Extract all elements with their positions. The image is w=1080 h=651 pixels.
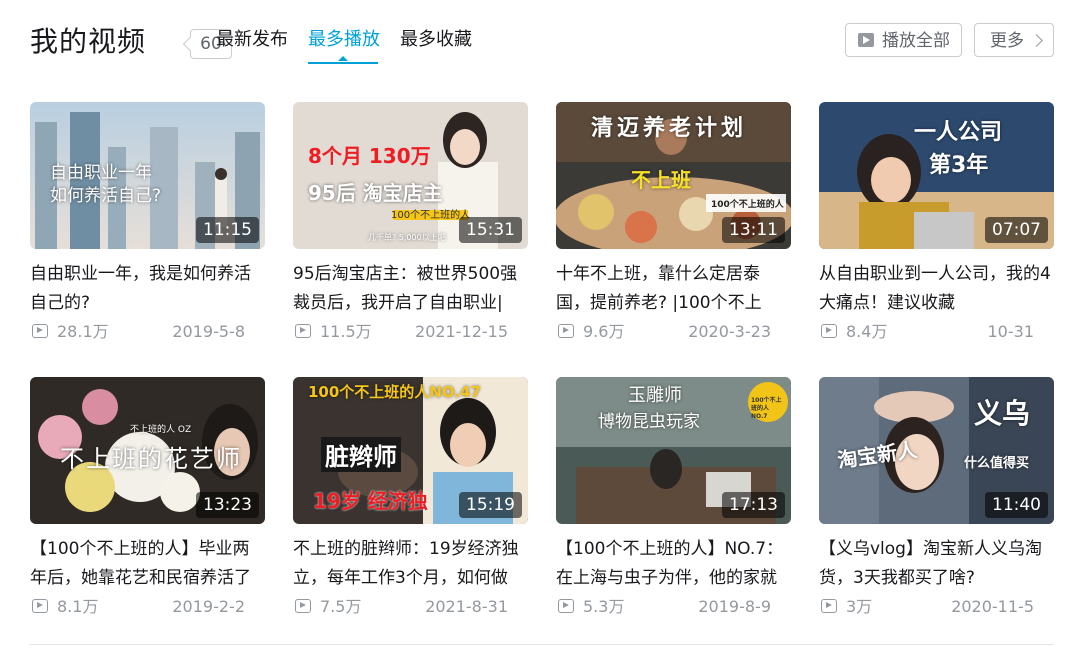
video-title[interactable]: 从自由职业到一人公司，我的4大痛点！建议收藏: [819, 260, 1054, 318]
video-title[interactable]: 95后淘宝店主：被世界500强裁员后，我开启了自由职业|: [293, 260, 528, 318]
thumbnail-headline: 19岁 经济独: [313, 489, 428, 513]
thumbnail-headline: 一人公司: [914, 120, 1003, 145]
video-title[interactable]: 【义乌vlog】淘宝新人义乌淘货，3天我都买了啥?: [819, 535, 1054, 593]
video-stats: 7.5万 2021-8-31: [293, 594, 528, 620]
video-thumbnail[interactable]: 玉雕师 博物昆虫玩家 100个不上班的人 NO.7 17:13: [556, 377, 791, 524]
video-title[interactable]: 【100个不上班的人】NO.7：在上海与虫子为伴，他的家就: [556, 535, 791, 593]
play-count: 3万: [846, 597, 873, 616]
video-stats: 9.6万 2020-3-23: [556, 319, 791, 345]
play-count: 28.1万: [57, 322, 109, 341]
video-thumbnail[interactable]: 义乌 淘宝新人 什么值得买 11:40: [819, 377, 1054, 524]
play-count-icon: [558, 324, 574, 338]
video-title[interactable]: 自由职业一年，我是如何养活自己的?: [30, 260, 265, 318]
video-stats: 5.3万 2019-8-9: [556, 594, 791, 620]
publish-date: 2019-2-2: [172, 597, 245, 616]
section-divider: [30, 644, 1054, 645]
thumbnail-headline: 第3年: [929, 153, 989, 178]
play-count-icon: [295, 599, 311, 613]
play-count-icon: [821, 599, 837, 613]
thumbnail-caption: 几千单? 5,000以上吧: [368, 233, 446, 242]
video-thumbnail[interactable]: 不上班的花艺师 不上班的人 OZ 13:23: [30, 377, 265, 524]
section-header: 我的视频 60 最新发布 最多播放 最多收藏 播放全部 更多: [30, 20, 1054, 68]
video-title[interactable]: 不上班的脏辫师：19岁经济独立，每年工作3个月，如何做: [293, 535, 528, 593]
play-count: 8.1万: [57, 597, 99, 616]
thumbnail-headline: 脏辫师: [321, 437, 401, 472]
thumbnail-caption: 如何养活自己?: [50, 186, 162, 206]
publish-date: 2019-8-9: [698, 597, 771, 616]
page-title: 我的视频: [30, 25, 147, 58]
publish-date: 2021-12-15: [415, 322, 508, 341]
play-count: 7.5万: [320, 597, 362, 616]
thumbnail-caption: 100个不上班的人 NO.7: [751, 397, 782, 420]
video-duration: 11:15: [196, 217, 259, 243]
video-title[interactable]: 十年不上班，靠什么定居泰国，提前养老? |100个不上: [556, 260, 791, 318]
thumbnail-caption: 自由职业一年: [50, 163, 152, 183]
thumbnail-caption: 100个不上班的人: [711, 200, 784, 210]
video-thumbnail[interactable]: 自由职业一年 如何养活自己? 11:15: [30, 102, 265, 249]
play-count: 9.6万: [583, 322, 625, 341]
play-count-icon: [295, 324, 311, 338]
video-duration: 15:31: [459, 217, 522, 243]
active-tab-underline: [308, 62, 378, 64]
video-duration: 13:23: [196, 492, 259, 518]
play-all-label: 播放全部: [882, 31, 950, 51]
thumbnail-headline: 8个月 130万: [308, 144, 431, 168]
tab-most-favorited[interactable]: 最多收藏: [400, 27, 472, 53]
publish-date: 2021-8-31: [425, 597, 508, 616]
thumbnail-headline: 义乌: [974, 397, 1031, 430]
play-count-icon: [821, 324, 837, 338]
thumbnail-headline: 不上班: [631, 168, 691, 192]
play-count-icon: [558, 599, 574, 613]
video-thumbnail[interactable]: 100个不上班的人NO.47 脏辫师 19岁 经济独 15:19: [293, 377, 528, 524]
video-duration: 07:07: [985, 217, 1048, 243]
play-count: 5.3万: [583, 597, 625, 616]
active-tab-caret: [338, 56, 348, 61]
video-stats: 8.1万 2019-2-2: [30, 594, 265, 620]
video-thumbnail[interactable]: 一人公司 第3年 07:07: [819, 102, 1054, 249]
video-duration: 13:11: [722, 217, 785, 243]
more-label: 更多: [990, 31, 1024, 51]
publish-date: 2019-5-8: [172, 322, 245, 341]
video-stats: 28.1万 2019-5-8: [30, 319, 265, 345]
thumbnail-headline: 100个不上班的人NO.47: [308, 383, 481, 401]
play-count: 11.5万: [320, 322, 372, 341]
play-count-icon: [32, 599, 48, 613]
video-stats: 11.5万 2021-12-15: [293, 319, 528, 345]
thumbnail-caption: 不上班的人 OZ: [130, 425, 192, 435]
thumbnail-headline: 95后 淘宝店主: [308, 181, 443, 205]
video-thumbnail[interactable]: 8个月 130万 95后 淘宝店主 100个不上班的人 几千单? 5,000以上…: [293, 102, 528, 249]
play-count-icon: [32, 324, 48, 338]
video-duration: 11:40: [985, 492, 1048, 518]
play-count: 8.4万: [846, 322, 888, 341]
video-stats: 8.4万 10-31: [819, 319, 1054, 345]
thumbnail-headline: 不上班的花艺师: [60, 445, 242, 473]
chevron-right-icon: [1030, 34, 1043, 47]
video-title[interactable]: 【100个不上班的人】毕业两年后，她靠花艺和民宿养活了: [30, 535, 265, 593]
thumbnail-headline: 清迈养老计划: [591, 116, 748, 141]
play-all-button[interactable]: 播放全部: [845, 23, 962, 57]
tab-latest[interactable]: 最新发布: [216, 27, 288, 53]
publish-date: 2020-3-23: [688, 322, 771, 341]
thumbnail-caption: 什么值得买: [964, 456, 1030, 471]
thumbnail-headline: 博物昆虫玩家: [598, 412, 700, 432]
video-duration: 15:19: [459, 492, 522, 518]
publish-date: 10-31: [987, 322, 1035, 341]
video-stats: 3万 2020-11-5: [819, 594, 1054, 620]
play-icon: [858, 33, 874, 47]
video-thumbnail[interactable]: 清迈养老计划 不上班 100个不上班的人 13:11: [556, 102, 791, 249]
tab-most-played[interactable]: 最多播放: [308, 27, 380, 53]
thumbnail-headline: 玉雕师: [628, 385, 682, 406]
publish-date: 2020-11-5: [951, 597, 1034, 616]
more-button[interactable]: 更多: [974, 23, 1054, 57]
video-duration: 17:13: [722, 492, 785, 518]
